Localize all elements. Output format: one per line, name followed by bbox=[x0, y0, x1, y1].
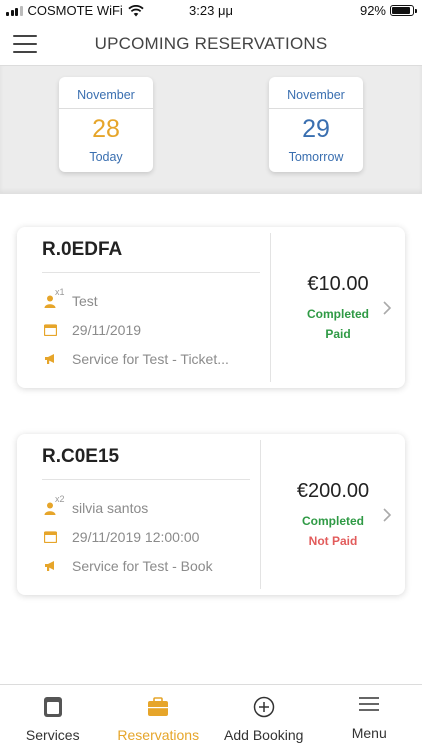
status-right: 92% bbox=[359, 3, 417, 18]
divider bbox=[269, 108, 363, 109]
date-row: 29/11/2019 bbox=[44, 322, 141, 338]
calendar-icon bbox=[44, 322, 66, 338]
reservation-code: R.0EDFA bbox=[42, 239, 123, 260]
person-icon: x1 bbox=[44, 287, 66, 309]
service-name: Service for Test - Ticket... bbox=[72, 351, 229, 367]
megaphone-icon bbox=[44, 351, 66, 367]
date-selector: November 28 Today November 29 Tomorrow bbox=[0, 66, 422, 194]
date-day: 29 bbox=[302, 115, 330, 143]
page-title: UPCOMING RESERVATIONS bbox=[94, 34, 328, 53]
nav-label: Menu bbox=[351, 725, 387, 741]
nav-menu[interactable]: Menu bbox=[317, 685, 422, 750]
nav-add-booking[interactable]: Add Booking bbox=[211, 685, 317, 750]
divider bbox=[59, 108, 153, 109]
service-name: Service for Test - Book bbox=[72, 558, 213, 574]
status-bar: COSMOTE WiFi 3:23 μμ 92% bbox=[0, 0, 422, 22]
date-label: Today bbox=[89, 150, 123, 164]
reservation-code: R.C0E15 bbox=[42, 446, 120, 467]
chevron-right-icon bbox=[383, 301, 392, 315]
nav-label: Reservations bbox=[117, 727, 200, 743]
battery-percent: 92% bbox=[359, 3, 386, 18]
battery-icon bbox=[390, 5, 417, 16]
date-card-tomorrow[interactable]: November 29 Tomorrow bbox=[269, 77, 363, 172]
chevron-right-icon bbox=[383, 508, 392, 522]
customer-row: x2 silvia santos bbox=[44, 494, 149, 516]
payment-status: Paid bbox=[325, 327, 351, 341]
reservation-card[interactable]: R.0EDFA x1 Test 29/11/2019 Service for T… bbox=[17, 227, 405, 388]
nav-label: Add Booking bbox=[224, 727, 304, 743]
payment-status: Not Paid bbox=[308, 534, 358, 548]
person-icon: x2 bbox=[44, 494, 66, 516]
calendar-icon bbox=[44, 529, 66, 545]
reservation-price: €10.00 bbox=[307, 273, 369, 295]
briefcase-icon bbox=[148, 697, 169, 716]
nav-label: Services bbox=[25, 727, 80, 743]
reservation-date: 29/11/2019 12:00:00 bbox=[72, 529, 200, 545]
date-label: Tomorrow bbox=[288, 150, 344, 164]
nav-services[interactable]: Services bbox=[0, 685, 106, 750]
nav-reservations[interactable]: Reservations bbox=[106, 685, 212, 750]
services-icon bbox=[43, 697, 62, 717]
date-month: November bbox=[287, 88, 345, 102]
customer-name: silvia santos bbox=[72, 500, 149, 516]
bottom-navigation: Services Reservations Add Booking Menu bbox=[0, 684, 422, 750]
divider bbox=[42, 479, 250, 480]
customer-name: Test bbox=[72, 293, 98, 309]
add-circle-icon bbox=[253, 696, 274, 718]
app-header: UPCOMING RESERVATIONS bbox=[0, 22, 422, 66]
reservation-date: 29/11/2019 bbox=[72, 322, 142, 338]
date-day: 28 bbox=[92, 115, 120, 143]
reservation-price: €200.00 bbox=[296, 480, 370, 502]
guest-count: x1 bbox=[55, 287, 65, 297]
battery-fill bbox=[392, 7, 411, 14]
customer-row: x1 Test bbox=[44, 287, 98, 309]
menu-lines-icon bbox=[359, 697, 380, 711]
date-card-today[interactable]: November 28 Today bbox=[59, 77, 153, 172]
service-row: Service for Test - Book bbox=[44, 558, 213, 574]
status-time: 3:23 μμ bbox=[189, 3, 233, 18]
reservation-card[interactable]: R.C0E15 x2 silvia santos 29/11/2019 12:0… bbox=[17, 434, 405, 595]
service-row: Service for Test - Ticket... bbox=[44, 351, 229, 367]
date-month: November bbox=[77, 88, 135, 102]
date-row: 29/11/2019 12:00:00 bbox=[44, 529, 199, 545]
guest-count: x2 bbox=[55, 494, 65, 504]
megaphone-icon bbox=[44, 558, 66, 574]
divider bbox=[42, 272, 260, 273]
